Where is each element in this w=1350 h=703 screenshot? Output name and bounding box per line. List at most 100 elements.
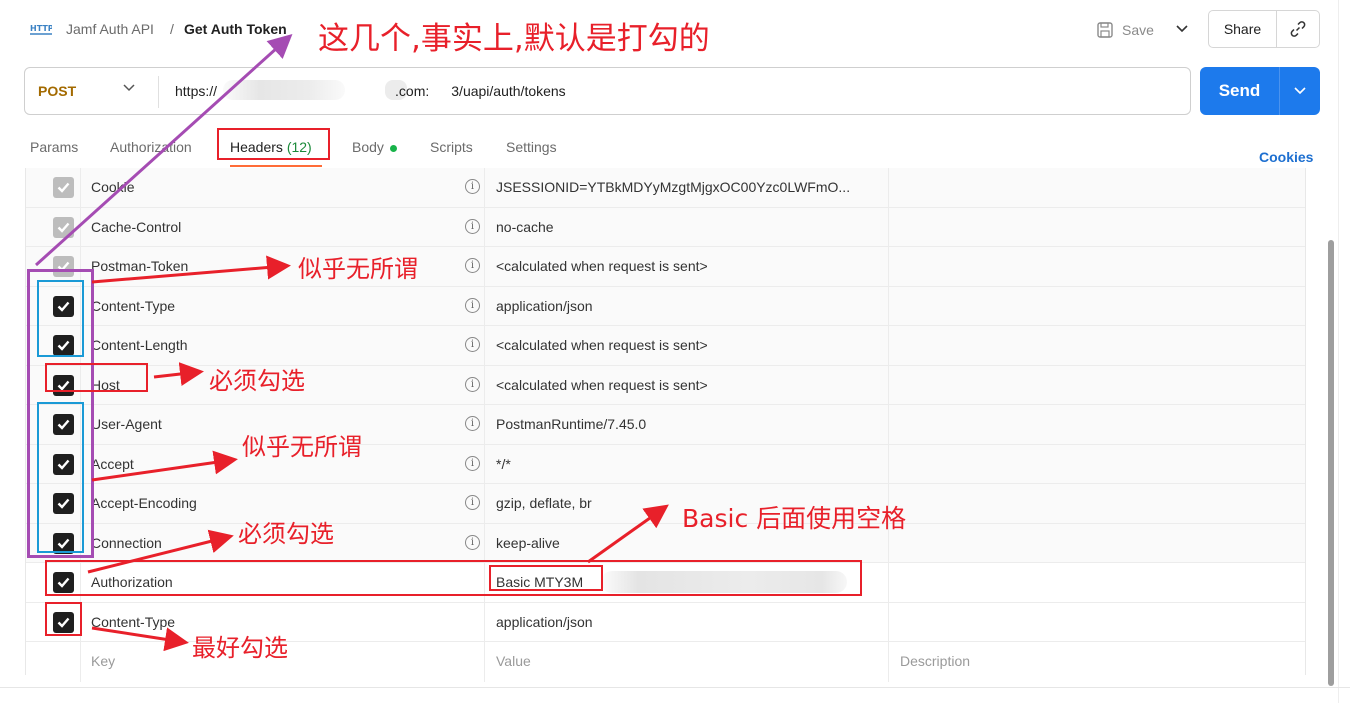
header-key[interactable]: Content-Type xyxy=(91,614,175,630)
column-divider xyxy=(484,484,485,523)
header-value[interactable]: */* xyxy=(496,456,511,472)
header-value[interactable]: PostmanRuntime/7.45.0 xyxy=(496,416,646,432)
header-key[interactable]: Cache-Control xyxy=(91,219,181,235)
header-key[interactable]: Connection xyxy=(91,535,162,551)
link-icon xyxy=(1290,21,1306,37)
info-icon[interactable]: i xyxy=(465,376,480,392)
send-options-button[interactable] xyxy=(1280,67,1320,115)
send-button[interactable]: Send xyxy=(1200,67,1280,115)
breadcrumb-separator: / xyxy=(170,21,174,37)
tab-body[interactable]: Body xyxy=(352,139,397,155)
header-value[interactable]: <calculated when request is sent> xyxy=(496,258,708,274)
http-icon: HTTP xyxy=(30,24,52,35)
method-select[interactable]: POST xyxy=(38,83,76,99)
table-row: User-Agent i PostmanRuntime/7.45.0 xyxy=(26,405,1305,445)
info-icon[interactable]: i xyxy=(465,495,480,510)
breadcrumb-collection[interactable]: Jamf Auth API xyxy=(66,21,154,37)
column-divider xyxy=(888,642,889,682)
info-icon[interactable]: i xyxy=(465,455,480,471)
column-divider xyxy=(484,326,485,365)
info-icon[interactable]: i xyxy=(465,218,480,234)
copy-link-button[interactable] xyxy=(1277,11,1319,47)
header-value[interactable]: keep-alive xyxy=(496,535,560,551)
header-value[interactable]: no-cache xyxy=(496,219,554,235)
tab-body-label: Body xyxy=(352,139,384,155)
info-icon[interactable]: i xyxy=(465,297,480,313)
column-divider xyxy=(888,563,889,602)
new-value-input[interactable]: Value xyxy=(496,653,531,669)
header-key[interactable]: Content-Length xyxy=(91,337,188,353)
row-checkbox[interactable] xyxy=(53,177,74,198)
header-key[interactable]: Cookie xyxy=(91,179,135,195)
annotation-red-box xyxy=(45,602,82,636)
column-divider xyxy=(484,602,485,641)
bottom-bar xyxy=(0,687,1350,703)
info-icon[interactable]: i xyxy=(465,179,480,194)
header-key[interactable]: Accept-Encoding xyxy=(91,495,197,511)
column-divider xyxy=(484,168,485,207)
url-input[interactable]: https:// .com: 3/uapi/auth/tokens xyxy=(175,83,566,99)
column-divider xyxy=(888,286,889,325)
header-value[interactable]: <calculated when request is sent> xyxy=(496,337,708,353)
body-status-dot xyxy=(389,144,397,152)
table-row: Connection i keep-alive xyxy=(26,523,1305,563)
table-row: Content-Type i application/json xyxy=(26,286,1305,326)
tab-settings[interactable]: Settings xyxy=(506,139,557,155)
chevron-down-icon[interactable] xyxy=(123,84,135,92)
scrollbar-thumb[interactable] xyxy=(1328,240,1334,686)
save-button[interactable]: Save xyxy=(1096,17,1154,43)
header-value[interactable]: <calculated when request is sent> xyxy=(496,377,708,393)
column-divider xyxy=(484,247,485,286)
annotation-blue-box xyxy=(37,280,84,357)
annotation-red-box xyxy=(217,128,330,160)
url-domain-suffix: .com: xyxy=(395,83,430,99)
new-description-input[interactable]: Description xyxy=(900,653,970,669)
table-row: Accept i */* xyxy=(26,444,1305,484)
url-path: 3/uapi/auth/tokens xyxy=(451,83,566,99)
info-icon[interactable]: i xyxy=(465,416,480,431)
column-divider xyxy=(888,405,889,444)
column-divider xyxy=(484,286,485,325)
info-icon[interactable]: i xyxy=(465,337,480,352)
tab-scripts[interactable]: Scripts xyxy=(430,139,473,155)
annotation-basic-space: Basic 后面使用空格 xyxy=(682,504,907,533)
request-title[interactable]: Get Auth Token xyxy=(184,21,287,37)
header-key[interactable]: Accept xyxy=(91,456,134,472)
chevron-down-icon xyxy=(1294,87,1306,95)
divider xyxy=(158,76,159,108)
column-divider xyxy=(888,168,889,207)
column-divider xyxy=(80,207,81,246)
header-key[interactable]: User-Agent xyxy=(91,416,162,432)
share-button[interactable]: Share xyxy=(1209,11,1277,47)
column-divider xyxy=(888,602,889,641)
save-options-button[interactable] xyxy=(1166,12,1198,46)
header-value[interactable]: JSESSIONID=YTBkMDYyMzgtMjgxOC00Yzc0LWFmO… xyxy=(496,179,850,195)
row-checkbox[interactable] xyxy=(53,216,74,238)
column-divider xyxy=(80,642,81,682)
column-divider xyxy=(888,444,889,483)
header-value[interactable]: gzip, deflate, br xyxy=(496,495,592,511)
table-row: Cache-Control i no-cache xyxy=(26,207,1305,247)
table-row: Cookie i JSESSIONID=YTBkMDYyMzgtMjgxOC00Yz… xyxy=(26,168,1305,208)
annotation-doesnt-matter: 似乎无所谓 xyxy=(242,433,362,461)
header-value[interactable]: application/json xyxy=(496,614,593,630)
headers-table: Cookie i JSESSIONID=YTBkMDYyMzgtMjgxOC00Yz… xyxy=(25,168,1306,682)
header-key[interactable]: Postman-Token xyxy=(91,258,188,274)
info-icon[interactable]: i xyxy=(465,534,480,550)
tab-params[interactable]: Params xyxy=(30,139,78,155)
header-key[interactable]: Content-Type xyxy=(91,298,175,314)
tab-authorization[interactable]: Authorization xyxy=(110,139,192,155)
column-divider xyxy=(484,444,485,483)
url-prefix: https:// xyxy=(175,83,218,99)
chevron-down-icon xyxy=(1176,25,1188,33)
table-row: Accept-Encoding i gzip, deflate, br xyxy=(26,484,1305,524)
active-tab-indicator xyxy=(230,165,322,167)
annotation-must-check: 必须勾选 xyxy=(238,520,334,548)
save-label: Save xyxy=(1122,22,1154,38)
column-divider xyxy=(888,247,889,286)
cookies-link[interactable]: Cookies xyxy=(1259,149,1313,165)
header-value[interactable]: application/json xyxy=(496,298,593,314)
annotation-red-box xyxy=(45,560,862,596)
new-key-input[interactable]: Key xyxy=(91,653,115,669)
info-icon[interactable]: i xyxy=(465,258,480,273)
